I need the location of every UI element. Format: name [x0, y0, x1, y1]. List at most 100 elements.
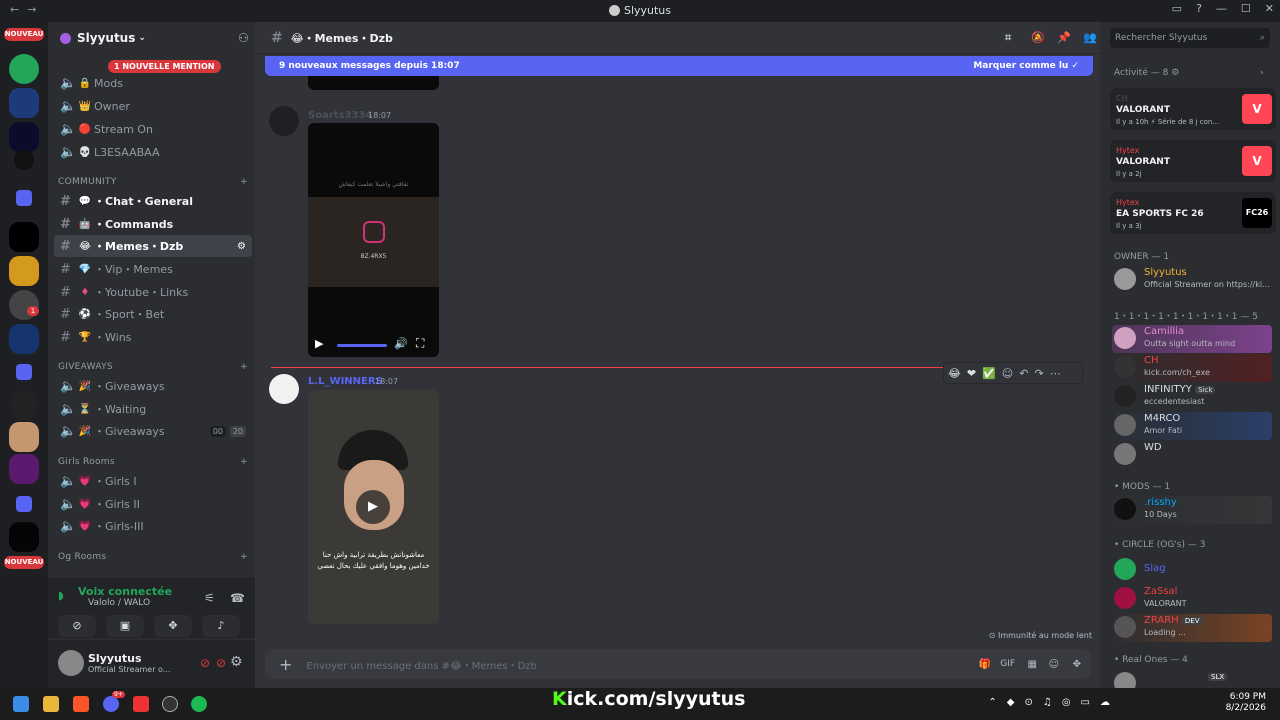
channel-commands[interactable]: # 🤖 ・Commands: [54, 213, 252, 235]
server-icon[interactable]: [9, 422, 39, 452]
previous-video[interactable]: [308, 76, 439, 90]
member[interactable]: CH kick.com/ch_exe: [1112, 354, 1272, 382]
pin-icon[interactable]: 📌: [1057, 31, 1071, 44]
volume-icon[interactable]: 🔊: [394, 337, 408, 350]
avatar[interactable]: [269, 106, 299, 136]
category-community[interactable]: COMMUNITY +: [58, 177, 248, 187]
composer-placeholder[interactable]: Envoyer un message dans #😂・Memes・Dzb: [306, 657, 536, 672]
member-list-icon[interactable]: 👥: [1083, 31, 1097, 44]
channel-girls-2[interactable]: 🔈 💗 ・Girls II: [54, 493, 252, 515]
member[interactable]: Slag: [1112, 556, 1272, 584]
member[interactable]: INFINITYY Sick eccedentesiast: [1112, 383, 1272, 411]
search-input[interactable]: Rechercher Slyyutus ⌕: [1110, 28, 1270, 48]
channel-memes-dzb[interactable]: # 😂 ・Memes・Dzb ⚙: [54, 235, 252, 257]
message-author[interactable]: L.L_WINNERS: [308, 376, 383, 387]
folder-icon[interactable]: [16, 496, 32, 512]
plus-icon[interactable]: +: [240, 552, 248, 562]
noise-suppression-icon[interactable]: ⚟: [204, 591, 215, 605]
disconnect-icon[interactable]: ☎: [230, 591, 245, 605]
channel-giveaways[interactable]: 🔈 🎉 ・Giveaways: [54, 375, 252, 397]
close-icon[interactable]: ✕: [1265, 2, 1274, 15]
emoji-heart-icon[interactable]: ❤: [967, 367, 976, 380]
deafen-icon[interactable]: ⊘: [216, 656, 226, 670]
folder-icon[interactable]: [16, 190, 32, 206]
channel-youtube-links[interactable]: # ♦ ・Youtube・Links: [54, 281, 252, 303]
play-icon[interactable]: ▶: [356, 490, 390, 524]
channel-wins[interactable]: # 🏆 ・Wins: [54, 326, 252, 348]
threads-icon[interactable]: ⌗: [1005, 31, 1011, 45]
mark-read-button[interactable]: Marquer comme lu ✓: [973, 61, 1079, 71]
channel-stream-on[interactable]: 🔈 🔴 Stream On: [54, 118, 252, 140]
server-icon[interactable]: [9, 390, 39, 420]
file-explorer-icon[interactable]: [43, 696, 59, 712]
member[interactable]: WD: [1112, 441, 1272, 469]
channel-mods[interactable]: 🔈 🔒 Mods: [54, 72, 252, 94]
channel-giveaways-voice[interactable]: 🔈 🎉 ・Giveaways 00 20: [54, 420, 252, 442]
server-icon[interactable]: [9, 122, 39, 152]
plus-icon[interactable]: +: [240, 457, 248, 467]
discord-icon[interactable]: [103, 696, 119, 712]
server-icon[interactable]: [9, 324, 39, 354]
server-icon[interactable]: [9, 454, 39, 484]
start-icon[interactable]: [13, 696, 29, 712]
spotify-icon[interactable]: [191, 696, 207, 712]
member[interactable]: ZaSsal VALORANT: [1112, 585, 1272, 613]
server-icon[interactable]: [9, 88, 39, 118]
tray-icons[interactable]: ⌃◆⊙♫◎▭☁: [988, 697, 1120, 708]
avatar[interactable]: [58, 650, 84, 676]
server-icon[interactable]: [9, 522, 39, 552]
category-girls-rooms[interactable]: Girls Rooms +: [58, 457, 248, 467]
sticker-icon[interactable]: ▦: [1028, 659, 1037, 670]
settings-icon[interactable]: ⚙: [237, 241, 246, 252]
mic-muted-icon[interactable]: ⊘: [200, 656, 210, 670]
settings-icon[interactable]: ⚙: [230, 654, 243, 670]
add-reaction-icon[interactable]: ☺: [1002, 367, 1013, 380]
brave-icon[interactable]: [73, 696, 89, 712]
emoji-check-icon[interactable]: ✅: [982, 367, 996, 380]
member[interactable]: Camillia Outta sight outta mind: [1112, 325, 1272, 353]
channel-sport-bet[interactable]: # ⚽ ・Sport・Bet: [54, 303, 252, 325]
clock[interactable]: 6:09 PM 8/2/2026: [1226, 692, 1266, 714]
message-composer[interactable]: + Envoyer un message dans #😂・Memes・Dzb 🎁…: [265, 649, 1091, 679]
gif-icon[interactable]: GIF: [1000, 659, 1015, 669]
channel-waiting[interactable]: 🔈 ⏳ ・Waiting: [54, 398, 252, 420]
screen-share-button[interactable]: ▣: [106, 615, 144, 637]
channel-girls-1[interactable]: 🔈 💗 ・Girls I: [54, 470, 252, 492]
app-icon[interactable]: [162, 696, 178, 712]
emoji-joy-icon[interactable]: 😂: [948, 367, 961, 380]
avatar[interactable]: [269, 374, 299, 404]
activity-card[interactable]: Hytex EA SPORTS FC 26 Il y a 3j FC26: [1110, 192, 1276, 234]
member[interactable]: .risshy 10 Days: [1112, 496, 1272, 524]
member[interactable]: ZRARH DEV Loading ...: [1112, 614, 1272, 642]
fullscreen-icon[interactable]: ⛶: [416, 336, 424, 351]
chevron-right-icon[interactable]: ›: [1260, 68, 1264, 78]
minimize-icon[interactable]: —: [1216, 2, 1227, 15]
camera-off-button[interactable]: ⊘: [58, 615, 96, 637]
play-icon[interactable]: ▶: [315, 337, 323, 350]
plus-icon[interactable]: +: [279, 655, 292, 674]
apps-icon[interactable]: ✥: [1073, 659, 1081, 670]
channel-girls-3[interactable]: 🔈 💗 ・Girls-III: [54, 515, 252, 537]
activities-button[interactable]: ✥: [154, 615, 192, 637]
channel-l3esaabaa[interactable]: 🔈 💀 L3ESAABAA: [54, 141, 252, 163]
server-icon[interactable]: [9, 256, 39, 286]
member-owner[interactable]: Slyyutus Official Streamer on https://ki…: [1112, 266, 1272, 294]
app-icon[interactable]: [133, 696, 149, 712]
soundboard-button[interactable]: ♪: [202, 615, 240, 637]
new-messages-bar[interactable]: 9 nouveaux messages depuis 18:07 Marquer…: [265, 56, 1093, 76]
server-icon[interactable]: [14, 150, 34, 170]
add-member-icon[interactable]: ⚇: [238, 31, 249, 45]
plus-icon[interactable]: +: [240, 177, 248, 187]
volume-slider[interactable]: [337, 344, 387, 347]
activity-card[interactable]: CH VALORANT Il y a 10h ⚡ Série de 8 j co…: [1110, 88, 1276, 130]
member[interactable]: SLX: [1112, 670, 1272, 688]
forward-icon[interactable]: ↷: [1034, 367, 1043, 380]
gift-icon[interactable]: 🎁: [979, 659, 991, 670]
plus-icon[interactable]: +: [240, 362, 248, 372]
server-icon[interactable]: [9, 222, 39, 252]
server-icon[interactable]: [9, 54, 39, 84]
notifications-icon[interactable]: 🔕: [1031, 31, 1045, 44]
maximize-icon[interactable]: ☐: [1241, 2, 1251, 15]
category-giveaways[interactable]: GIVEAWAYS +: [58, 362, 248, 372]
member[interactable]: M4RCO Amor Fati: [1112, 412, 1272, 440]
